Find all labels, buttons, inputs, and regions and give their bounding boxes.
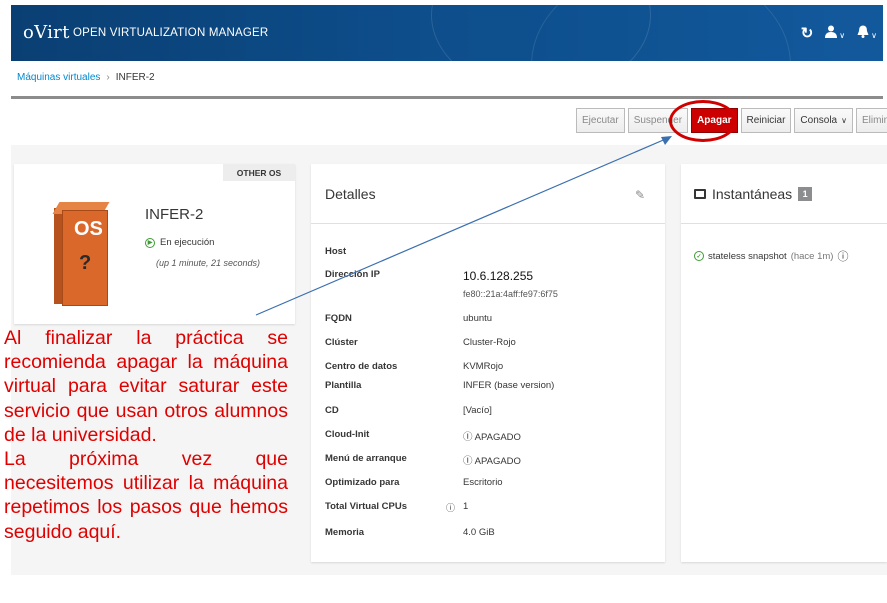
annotation-paragraph: La próxima vez que necesitemos utilizar … [4, 448, 288, 543]
annotation-paragraph: Al finalizar la práctica se recomienda a… [4, 327, 288, 446]
annotation-text: Al finalizar la práctica se recomienda a… [4, 326, 288, 544]
arrow-line [255, 137, 669, 316]
